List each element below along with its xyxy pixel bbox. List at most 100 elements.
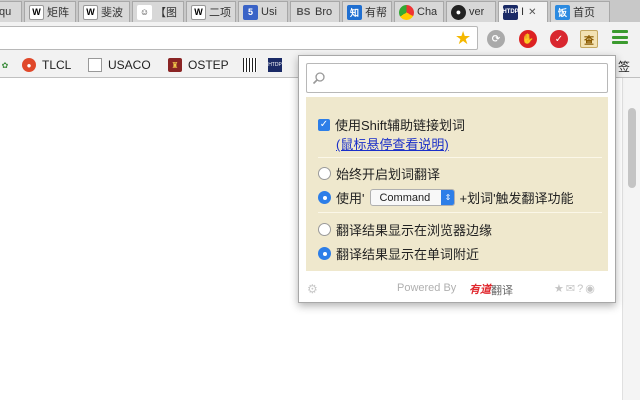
tab[interactable]: 5 Usi — [238, 1, 288, 22]
bookmark-partial[interactable]: ✿ — [0, 58, 18, 72]
zhihu-icon: 知 — [347, 4, 362, 20]
select-arrows-icon: ⇕ — [441, 190, 455, 205]
tab[interactable]: Cha — [394, 1, 444, 22]
fanyi-icon: 饭 — [555, 4, 570, 20]
use-suffix-label: +划词'触发翻译功能 — [459, 191, 574, 206]
always-on-row[interactable]: 始终开启划词翻译 — [318, 164, 440, 183]
ostep-icon: HTDP — [502, 4, 519, 20]
always-on-label: 始终开启划词翻译 — [336, 167, 441, 182]
search-input[interactable] — [331, 67, 601, 89]
tab-label: ver — [469, 6, 485, 18]
tab-label: 首页 — [573, 7, 595, 19]
show-at-edge-label: 翻译结果显示在浏览器边缘 — [336, 223, 493, 238]
bookmark-label: USACO — [108, 58, 151, 72]
shift-option-row[interactable]: ✓ 使用Shift辅助链接划词 — [318, 115, 465, 134]
use-prefix-label: 使用' — [336, 191, 365, 206]
wikipedia-icon: W — [83, 4, 98, 20]
menu-icon[interactable] — [612, 30, 628, 44]
wikipedia-icon: W — [29, 4, 44, 20]
crest-icon: ♜ — [168, 58, 182, 72]
bookmark-tlcl[interactable]: ● TLCL — [22, 58, 71, 72]
show-at-edge-radio[interactable] — [318, 223, 331, 236]
tab[interactable]: 饭 首页 — [550, 1, 610, 22]
tab-label: 斐波 — [101, 7, 123, 19]
tab[interactable]: ☺ 【图 — [132, 1, 184, 22]
star-icon[interactable]: ★ — [554, 283, 566, 295]
weibo-icon[interactable]: ◉ — [585, 283, 597, 295]
tab-label: Usi — [261, 6, 277, 18]
popup-footer: ⚙ Powered By 有道 翻译 ★✉?◉ — [299, 278, 615, 300]
tab-label: 有帮 — [365, 7, 387, 19]
bookmark-label: TLCL — [42, 58, 72, 72]
pocket-icon[interactable]: ✓ — [550, 30, 568, 48]
tab[interactable]: BS Bro — [290, 1, 340, 22]
weibo-icon: ● — [22, 58, 36, 72]
tab[interactable]: W 斐波 — [78, 1, 130, 22]
show-at-edge-row[interactable]: 翻译结果显示在浏览器边缘 — [318, 220, 492, 239]
show-near-word-label: 翻译结果显示在单词附近 — [336, 247, 480, 262]
powered-by-text: Powered By — [397, 282, 457, 294]
show-near-word-row[interactable]: 翻译结果显示在单词附近 — [318, 244, 479, 263]
page-scrollbar[interactable] — [622, 78, 640, 400]
wikipedia-icon: W — [191, 4, 206, 20]
bookmarks-overflow[interactable]: 签 — [618, 58, 630, 75]
browser-toolbar — [0, 22, 640, 54]
github-icon: ● — [451, 4, 466, 20]
bookmark-usaco[interactable]: USACO — [88, 58, 151, 72]
bookmark-ostep[interactable]: ♜ OSTEP — [168, 58, 229, 72]
search-box — [306, 63, 608, 93]
tab-label: 【图 — [155, 7, 177, 19]
html5-icon: 5 — [243, 4, 258, 20]
hotkey-radio[interactable] — [318, 191, 331, 204]
help-icon[interactable]: ? — [577, 283, 585, 295]
bookmark-barcode[interactable] — [243, 58, 263, 72]
page-icon — [88, 58, 102, 72]
tab-label: 矩阵 — [47, 7, 69, 19]
close-icon[interactable]: ✕ — [528, 7, 536, 18]
tab-label: Cha — [417, 6, 438, 18]
bilibili-icon: ☺ — [137, 4, 152, 20]
tab-label: I — [521, 6, 525, 18]
stop-hand-icon[interactable]: ✋ — [519, 30, 537, 48]
brand-suffix: 翻译 — [491, 285, 513, 297]
tab[interactable]: W 二项 — [186, 1, 236, 22]
divider — [318, 157, 602, 158]
shift-option-label: 使用Shift辅助链接划词 — [335, 118, 466, 133]
tab[interactable]: qu — [0, 1, 22, 22]
search-icon — [312, 72, 325, 85]
refresh-extension-icon[interactable]: ⟳ — [487, 30, 505, 48]
tab-label: 二项 — [209, 7, 231, 19]
shift-checkbox[interactable]: ✓ — [318, 118, 330, 131]
hotkey-select[interactable]: Command ⇕ — [370, 189, 456, 206]
address-bar[interactable] — [0, 26, 478, 50]
bs-icon: BS — [296, 6, 311, 18]
divider — [318, 212, 602, 213]
htdp-icon: HTDP — [268, 58, 282, 72]
footer-icons: ★✉?◉ — [554, 282, 597, 295]
hover-help-link[interactable]: (鼠标悬停查看说明) — [336, 134, 449, 153]
hotkey-select-value: Command — [379, 191, 431, 204]
tab-strip: qu W 矩阵 W 斐波 ☺ 【图 W 二项 5 Usi BS Bro 知 有帮… — [0, 0, 640, 22]
gear-icon[interactable]: ⚙ — [307, 282, 318, 296]
tab[interactable]: W 矩阵 — [24, 1, 76, 22]
show-near-word-radio[interactable] — [318, 247, 331, 260]
always-on-radio[interactable] — [318, 167, 331, 180]
bookmark-htdp[interactable]: HTDP — [268, 58, 288, 72]
mail-icon[interactable]: ✉ — [566, 283, 577, 295]
tab[interactable]: ● ver — [446, 1, 496, 22]
hotkey-row[interactable]: 使用' Command ⇕ +划词'触发翻译功能 — [318, 188, 574, 207]
tab[interactable]: 知 有帮 — [342, 1, 392, 22]
bookmark-label: OSTEP — [188, 58, 229, 72]
bookmark-star-icon[interactable]: ★ — [455, 28, 471, 49]
bookmark-label: 签 — [618, 60, 631, 74]
youdao-dict-icon[interactable]: 查 — [580, 30, 598, 48]
tab-active[interactable]: HTDP I ✕ — [498, 1, 548, 22]
scrollbar-thumb[interactable] — [628, 108, 636, 188]
leaf-icon: ✿ — [1, 60, 9, 70]
tab-label: qu — [0, 6, 12, 18]
youdao-popup: ✓ 使用Shift辅助链接划词 (鼠标悬停查看说明) 始终开启划词翻译 使用' … — [298, 55, 616, 303]
barcode-icon — [243, 58, 257, 72]
settings-panel: ✓ 使用Shift辅助链接划词 (鼠标悬停查看说明) 始终开启划词翻译 使用' … — [306, 97, 608, 271]
tab-label: Bro — [315, 6, 333, 18]
chrome-icon — [399, 4, 414, 20]
